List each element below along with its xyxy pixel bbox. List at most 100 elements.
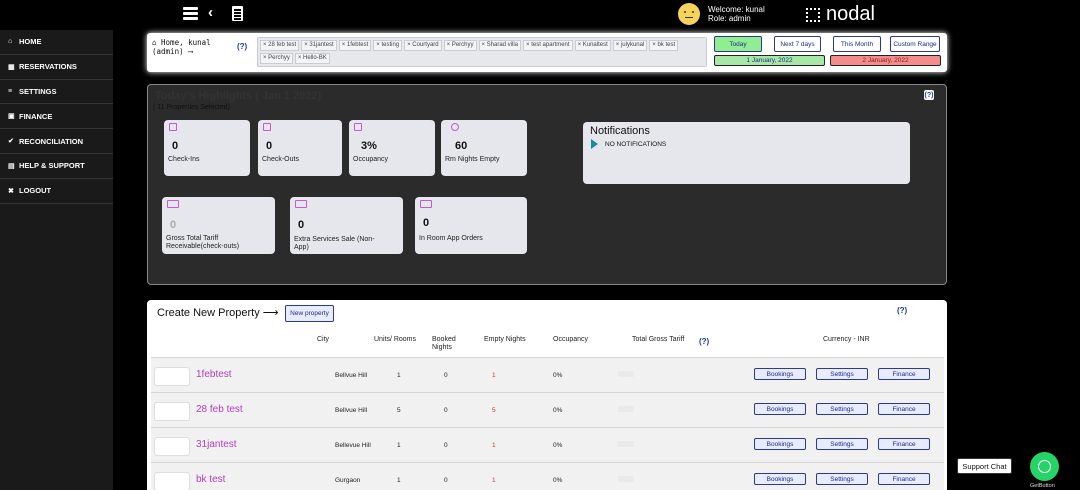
- cell-tariff: [618, 441, 634, 447]
- this-month-button[interactable]: This Month: [833, 36, 881, 52]
- help-icon[interactable]: (?): [237, 42, 247, 51]
- property-tag[interactable]: × 31jantest: [301, 40, 337, 51]
- cell-tariff: [618, 371, 634, 377]
- bookings-button[interactable]: Bookings: [754, 403, 806, 415]
- cell-city: Bellvue Hill: [335, 407, 368, 414]
- cell-units: 1: [397, 477, 401, 484]
- calendar-icon: [263, 123, 271, 131]
- property-thumbnail: [154, 367, 190, 386]
- stat-label: Rm Nights Empty: [445, 156, 500, 163]
- sidebar-item-home[interactable]: ⌂ HOME: [0, 30, 113, 55]
- column-empty: Empty Nights: [484, 336, 526, 343]
- menu-icon[interactable]: [183, 7, 198, 21]
- sidebar-item-label: LOGOUT: [19, 186, 52, 196]
- stat-label: Check-Ins: [168, 156, 200, 163]
- property-tag[interactable]: × Hello-BK: [294, 53, 330, 64]
- stat-check-outs: 0 Check-Outs: [258, 120, 342, 176]
- filter-panel: ⌂ Home, kunal (admin) ⟶ (?) × 28 feb tes…: [147, 33, 947, 72]
- whatsapp-icon[interactable]: [1030, 452, 1059, 481]
- stat-rm-nights-empty: 60 Rm Nights Empty: [441, 120, 527, 176]
- home-icon: ⌂: [152, 38, 162, 47]
- cell-empty: 1: [492, 372, 496, 379]
- support-chat-label[interactable]: Support Chat: [957, 458, 1012, 474]
- bookings-button[interactable]: Bookings: [754, 438, 806, 450]
- date-to-field[interactable]: 2 January, 2022: [830, 55, 941, 66]
- settings-button[interactable]: Settings: [816, 438, 868, 450]
- custom-range-button[interactable]: Custom Range: [890, 36, 940, 52]
- cell-occupancy: 0%: [553, 372, 563, 379]
- sidebar-item-label: FINANCE: [19, 111, 53, 121]
- property-name[interactable]: bk test: [196, 474, 225, 485]
- help-icon[interactable]: (?): [924, 90, 934, 100]
- breadcrumb-user: (admin) ⟶: [152, 47, 193, 56]
- table-row: 31jantest Bellevue Hill 1 0 1 0% Booking…: [151, 427, 944, 462]
- sidebar-item-logout[interactable]: ✖ LOGOUT: [0, 179, 113, 204]
- notifications-message: NO NOTIFICATIONS: [605, 141, 667, 148]
- table-row: 28 feb test Bellvue Hill 5 0 5 0% Bookin…: [151, 392, 944, 427]
- breadcrumb[interactable]: ⌂ Home, kunal (admin) ⟶: [152, 38, 211, 56]
- document-icon[interactable]: [232, 6, 243, 21]
- property-tag[interactable]: × julykunal: [612, 40, 648, 51]
- sidebar-item-help[interactable]: ▤ HELP & SUPPORT: [0, 154, 113, 179]
- property-tag[interactable]: × testing: [373, 40, 403, 51]
- back-chevron-icon[interactable]: ‹: [208, 4, 213, 21]
- property-tag[interactable]: × Sharad villa: [478, 40, 522, 51]
- property-tag[interactable]: × bk test: [649, 40, 679, 51]
- cell-city: Bellvue Hill: [335, 372, 368, 379]
- bookings-button[interactable]: Bookings: [754, 473, 806, 485]
- table-row: bk test Gurgaon 1 0 1 0% Bookings Settin…: [151, 462, 944, 490]
- highlights-panel: Today's Highlights ( Jan 1 2022) ( 11 Pr…: [147, 84, 947, 285]
- property-name[interactable]: 1febtest: [196, 369, 232, 380]
- notifications-card: Notifications NO NOTIFICATIONS: [583, 122, 910, 184]
- help-icon[interactable]: (?): [699, 338, 709, 346]
- sidebar-item-label: RESERVATIONS: [19, 62, 77, 72]
- cell-booked: 0: [444, 407, 448, 414]
- column-tariff: Total Gross Tariff: [632, 336, 685, 343]
- sidebar-item-settings[interactable]: ≡ SETTINGS: [0, 80, 113, 105]
- property-tag[interactable]: × Perchyy: [260, 53, 293, 64]
- cell-city: Gurgaon: [335, 477, 361, 484]
- stat-gross-tariff: 0 Gross Total Tariff Receivable(check-ou…: [162, 197, 275, 254]
- settings-button[interactable]: Settings: [816, 403, 868, 415]
- finance-button[interactable]: Finance: [878, 438, 930, 450]
- sidebar-item-reservations[interactable]: ▦ RESERVATIONS: [0, 55, 113, 80]
- cell-empty: 5: [492, 407, 496, 414]
- new-property-button[interactable]: New property: [285, 305, 334, 322]
- stat-label: In Room App Orders: [419, 235, 483, 242]
- stat-value: 0: [170, 219, 177, 231]
- finance-button[interactable]: Finance: [878, 473, 930, 485]
- cell-occupancy: 0%: [553, 407, 563, 414]
- bookings-button[interactable]: Bookings: [754, 368, 806, 380]
- stat-extra-services: 0 Extra Services Sale (Non-App): [290, 197, 403, 254]
- property-name[interactable]: 28 feb test: [196, 404, 243, 415]
- date-from-field[interactable]: 1 January, 2022: [714, 55, 825, 66]
- today-button[interactable]: Today: [714, 36, 762, 52]
- notifications-title: Notifications: [590, 125, 650, 137]
- sidebar-item-finance[interactable]: ▣ FINANCE: [0, 104, 113, 130]
- property-tag[interactable]: × 28 feb test: [260, 40, 300, 51]
- cell-occupancy: 0%: [553, 442, 563, 449]
- property-tag[interactable]: × Kunaltest: [574, 40, 611, 51]
- book-icon: ▤: [8, 162, 15, 170]
- property-tag[interactable]: × test apartment: [523, 40, 573, 51]
- finance-button[interactable]: Finance: [878, 368, 930, 380]
- sidebar-item-reconciliation[interactable]: ✔ RECONCILIATION: [0, 129, 113, 154]
- avatar[interactable]: [678, 3, 700, 25]
- logo: nodal: [826, 3, 875, 25]
- lock-icon: [354, 123, 362, 131]
- property-select[interactable]: × 28 feb test × 31jantest × 1febtest × t…: [257, 37, 707, 67]
- calendar-icon: [169, 123, 177, 131]
- property-name[interactable]: 31jantest: [196, 439, 237, 450]
- property-tag[interactable]: × 1febtest: [338, 40, 372, 51]
- property-tag[interactable]: × Perchyy: [443, 40, 477, 51]
- property-tag[interactable]: × Courtyard: [404, 40, 442, 51]
- top-bar: ‹ Welcome: kunal Role: admin nodal: [0, 0, 1080, 30]
- cell-empty: 1: [492, 477, 496, 484]
- help-icon[interactable]: (?): [897, 306, 907, 315]
- settings-button[interactable]: Settings: [816, 368, 868, 380]
- stat-in-room-orders: 0 In Room App Orders: [415, 197, 527, 254]
- next-7-days-button[interactable]: Next 7 days: [774, 36, 821, 52]
- column-city: City: [317, 336, 330, 343]
- finance-button[interactable]: Finance: [878, 403, 930, 415]
- settings-button[interactable]: Settings: [816, 473, 868, 485]
